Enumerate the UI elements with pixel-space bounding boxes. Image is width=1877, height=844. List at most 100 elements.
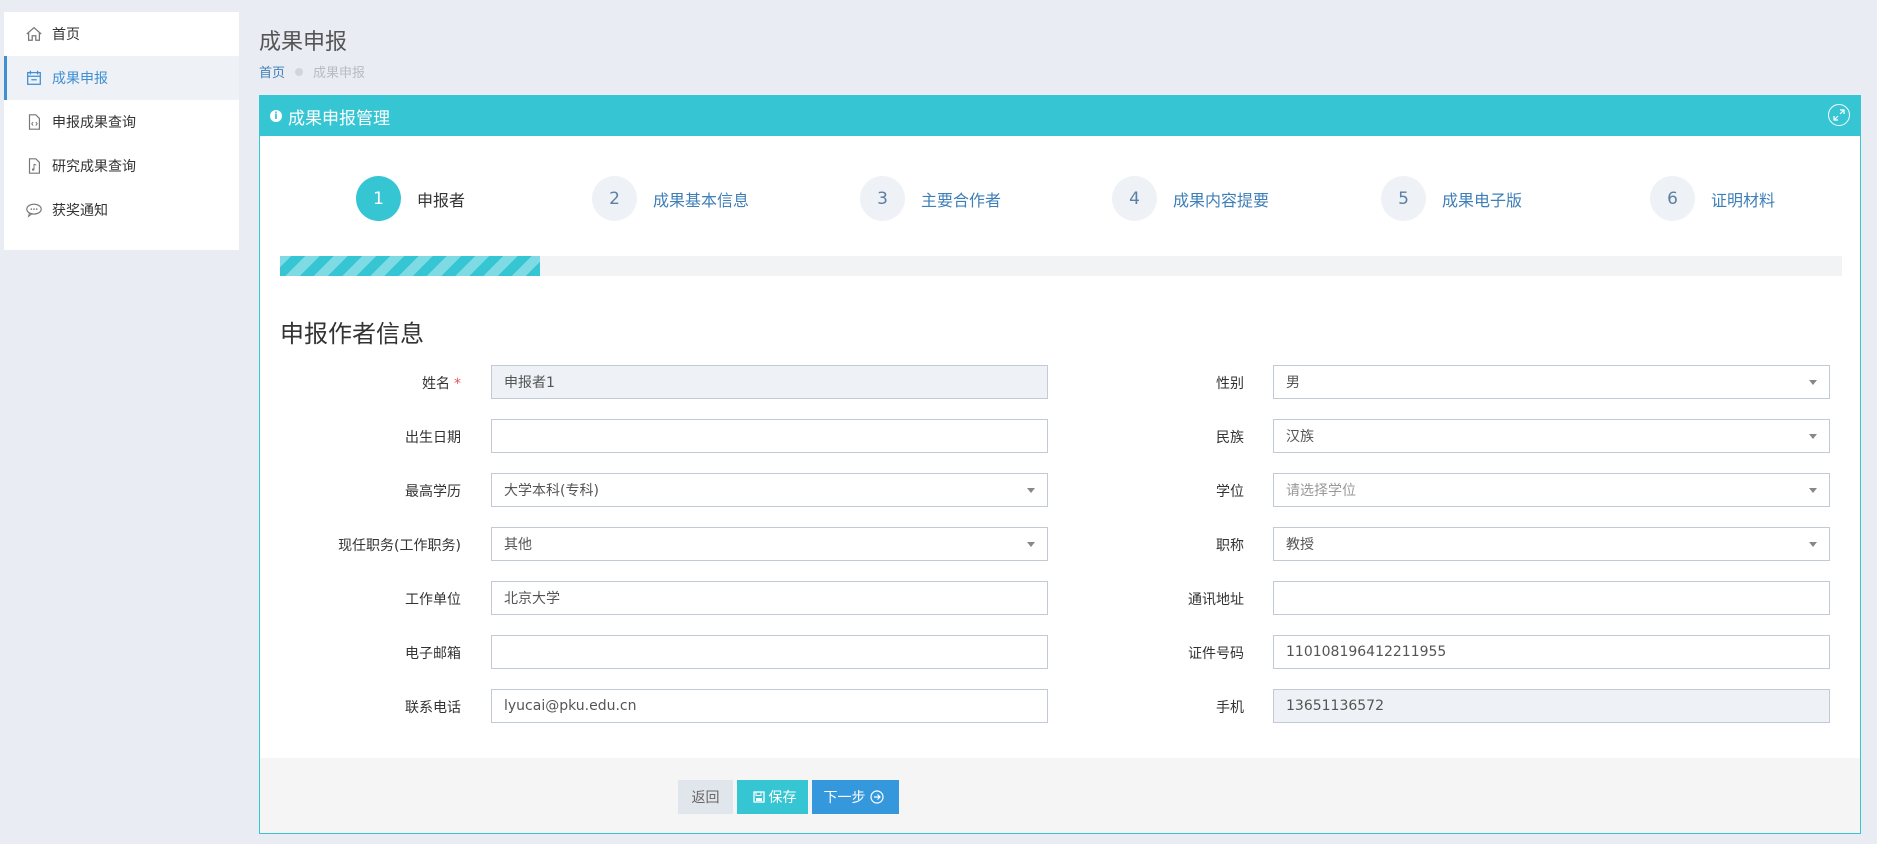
select-field[interactable]: 汉族 bbox=[1273, 419, 1830, 453]
sidebar-item-submit-results[interactable]: 成果申报 bbox=[4, 56, 239, 100]
field-value: 其他 bbox=[504, 537, 532, 553]
breadcrumb-current: 成果申报 bbox=[313, 66, 366, 81]
music-file-icon bbox=[24, 156, 44, 176]
field-label-text: 民族 bbox=[1216, 430, 1244, 446]
field-label: 出生日期 bbox=[260, 427, 461, 447]
field-label-text: 联系电话 bbox=[405, 700, 461, 716]
field-label: 证件号码 bbox=[860, 643, 1244, 663]
field-value: 男 bbox=[1286, 375, 1300, 391]
breadcrumb-home-link[interactable]: 首页 bbox=[259, 62, 285, 81]
field-label: 民族 bbox=[860, 427, 1244, 447]
sidebar-item-query-submitted[interactable]: 申报成果查询 bbox=[4, 100, 239, 144]
field-label-text: 证件号码 bbox=[1188, 646, 1244, 662]
sidebar-item-label: 获奖通知 bbox=[52, 203, 108, 219]
step-number: 4 bbox=[1112, 176, 1157, 221]
step-4[interactable]: 4 成果内容提要 bbox=[1112, 176, 1269, 221]
step-number: 5 bbox=[1381, 176, 1426, 221]
sidebar-item-award-notice[interactable]: 获奖通知 bbox=[4, 188, 239, 232]
panel-title: 成果申报管理 bbox=[288, 108, 390, 129]
sidebar-item-query-research[interactable]: 研究成果查询 bbox=[4, 144, 239, 188]
sidebar-item-home[interactable]: 首页 bbox=[4, 12, 239, 56]
field-label-text: 姓名 bbox=[422, 376, 450, 392]
home-icon bbox=[24, 24, 44, 44]
step-3[interactable]: 3 主要合作者 bbox=[860, 176, 1001, 221]
back-button[interactable]: 返回 bbox=[678, 780, 733, 814]
page-title: 成果申报 bbox=[259, 30, 348, 55]
field-label: 性别 bbox=[860, 373, 1244, 393]
text-field[interactable] bbox=[1273, 581, 1830, 615]
sidebar-item-label: 首页 bbox=[52, 27, 80, 43]
field-value: 大学本科(专科) bbox=[504, 483, 599, 499]
field-value: 申报者1 bbox=[504, 375, 555, 391]
panel-header: i 成果申报管理 bbox=[260, 96, 1860, 136]
required-marker: * bbox=[454, 376, 461, 392]
step-5[interactable]: 5 成果电子版 bbox=[1381, 176, 1522, 221]
arrow-circle-right-icon bbox=[869, 790, 884, 804]
text-field[interactable]: 110108196412211955 bbox=[1273, 635, 1830, 669]
save-button-label: 保存 bbox=[768, 790, 797, 806]
fullscreen-icon[interactable] bbox=[1828, 104, 1850, 126]
chevron-down-icon bbox=[1809, 542, 1817, 547]
back-button-label: 返回 bbox=[691, 790, 720, 806]
step-label: 证明材料 bbox=[1711, 190, 1776, 210]
breadcrumb-separator bbox=[295, 67, 304, 76]
sidebar: 首页 成果申报 申报成果查询 研究成果查询 获奖通知 bbox=[4, 12, 239, 250]
section-title: 申报作者信息 bbox=[280, 320, 424, 348]
field-label: 手机 bbox=[860, 697, 1244, 717]
field-value: 汉族 bbox=[1286, 429, 1314, 445]
step-label: 成果内容提要 bbox=[1173, 190, 1270, 210]
field-label-text: 学位 bbox=[1216, 484, 1244, 500]
chevron-down-icon bbox=[1809, 488, 1817, 493]
field-label-text: 通讯地址 bbox=[1188, 592, 1244, 608]
calendar-icon bbox=[24, 68, 44, 88]
select-field[interactable]: 男 bbox=[1273, 365, 1830, 399]
field-value: 请选择学位 bbox=[1286, 483, 1356, 499]
field-value: 教授 bbox=[1286, 537, 1314, 553]
field-label-text: 最高学历 bbox=[405, 484, 461, 500]
select-field[interactable]: 请选择学位 bbox=[1273, 473, 1830, 507]
next-button-label: 下一步 bbox=[823, 790, 866, 806]
field-label-text: 出生日期 bbox=[405, 430, 461, 446]
step-number: 2 bbox=[592, 176, 637, 221]
step-1[interactable]: 1 申报者 bbox=[356, 176, 465, 221]
field-label-text: 职称 bbox=[1216, 538, 1244, 554]
step-label: 成果基本信息 bbox=[653, 190, 750, 210]
step-2[interactable]: 2 成果基本信息 bbox=[592, 176, 749, 221]
chevron-down-icon bbox=[1809, 380, 1817, 385]
progress-bar bbox=[280, 256, 541, 276]
sidebar-item-label: 申报成果查询 bbox=[52, 115, 136, 131]
field-label-text: 性别 bbox=[1216, 376, 1244, 392]
step-label: 主要合作者 bbox=[921, 190, 1002, 210]
step-number: 1 bbox=[356, 176, 401, 221]
field-label: 通讯地址 bbox=[860, 589, 1244, 609]
sidebar-item-label: 成果申报 bbox=[52, 71, 108, 87]
progress-track bbox=[280, 256, 1842, 276]
main-panel: i 成果申报管理 1 申报者 2 成果基本信息 3 主要合作者 4 成果内容提要… bbox=[259, 95, 1861, 834]
step-number: 6 bbox=[1650, 176, 1695, 221]
field-value: 13651136572 bbox=[1286, 698, 1384, 714]
save-button[interactable]: 保存 bbox=[737, 780, 808, 814]
comment-icon bbox=[24, 200, 44, 220]
field-label-text: 手机 bbox=[1216, 700, 1244, 716]
next-step-button[interactable]: 下一步 bbox=[812, 780, 899, 814]
field-label: 姓名 * bbox=[260, 373, 461, 393]
field-label: 联系电话 bbox=[260, 697, 461, 717]
select-field[interactable]: 教授 bbox=[1273, 527, 1830, 561]
step-number: 3 bbox=[860, 176, 905, 221]
field-label-text: 工作单位 bbox=[405, 592, 461, 608]
info-icon: i bbox=[270, 110, 282, 122]
field-label: 职称 bbox=[860, 535, 1244, 555]
field-value: 北京大学 bbox=[504, 591, 560, 607]
field-value: lyucai@pku.edu.cn bbox=[504, 698, 637, 714]
floppy-icon bbox=[752, 791, 765, 803]
field-label: 学位 bbox=[860, 481, 1244, 501]
field-label: 现任职务(工作职务) bbox=[260, 535, 461, 555]
wizard-steps: 1 申报者 2 成果基本信息 3 主要合作者 4 成果内容提要 5 成果电子版 … bbox=[260, 176, 1860, 226]
step-6[interactable]: 6 证明材料 bbox=[1650, 176, 1775, 221]
text-field: 13651136572 bbox=[1273, 689, 1830, 723]
field-label-text: 现任职务(工作职务) bbox=[338, 538, 461, 554]
breadcrumb: 首页 成果申报 bbox=[259, 62, 365, 81]
field-label-text: 电子邮箱 bbox=[405, 646, 461, 662]
chevron-down-icon bbox=[1809, 434, 1817, 439]
step-label: 成果电子版 bbox=[1442, 190, 1523, 210]
